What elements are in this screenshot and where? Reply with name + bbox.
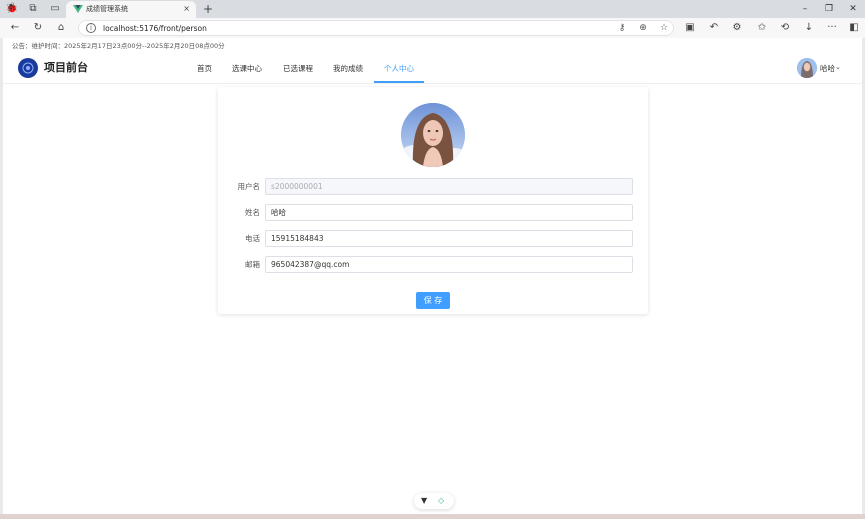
home-icon[interactable]: ⌂ xyxy=(54,21,68,35)
favorite-star-icon[interactable]: ☆ xyxy=(658,22,670,35)
split-screen-icon[interactable]: ▣ xyxy=(683,21,697,35)
phone-field[interactable]: 15915184843 xyxy=(265,230,633,247)
tab-close-icon[interactable]: × xyxy=(183,3,190,15)
maintenance-notice: 公告：维护时间：2025年2月17日23点00分--2025年2月20日08点0… xyxy=(12,42,225,50)
history-icon[interactable]: ⟲ xyxy=(778,21,792,35)
avatar[interactable] xyxy=(797,58,817,78)
back-icon[interactable]: ← xyxy=(8,21,22,35)
profile-card: 用户名 s2000000001 姓名 哈哈 电话 15915184843 邮箱 … xyxy=(218,87,648,314)
brand-title[interactable]: 项目前台 xyxy=(44,60,88,76)
name-field[interactable]: 哈哈 xyxy=(265,204,633,221)
chevron-down-icon[interactable]: ⌄ xyxy=(835,62,841,73)
favorites-icon[interactable]: ✩ xyxy=(755,21,769,35)
translate-icon[interactable]: ⊕ xyxy=(637,22,649,35)
devtools-float-bar[interactable]: ▼ ◇ xyxy=(414,493,454,509)
save-button[interactable]: 保 存 xyxy=(416,292,450,309)
nav-active-indicator xyxy=(374,81,424,83)
form-row-name: 姓名 哈哈 xyxy=(218,204,648,221)
taskbar-edge xyxy=(0,514,865,519)
name-label: 姓名 xyxy=(245,208,260,217)
address-bar[interactable]: i localhost:5176/front/person ⚷ ⊕ ☆ xyxy=(78,20,674,36)
minimize-button[interactable]: – xyxy=(798,2,812,16)
close-window-button[interactable]: ✕ xyxy=(846,2,860,16)
address-url[interactable]: localhost:5176/front/person xyxy=(103,22,207,35)
browser-tab-active[interactable]: 成绩管理系统 × xyxy=(66,1,196,18)
logo-emblem-icon xyxy=(22,62,34,74)
undo-icon[interactable]: ↶ xyxy=(707,21,721,35)
nav-course-selection[interactable]: 选课中心 xyxy=(232,63,262,74)
sidebar-toggle-icon[interactable]: ◧ xyxy=(847,21,861,35)
site-logo[interactable] xyxy=(18,58,38,78)
phone-label: 电话 xyxy=(245,234,260,243)
vue-favicon-icon xyxy=(73,5,83,13)
workspaces-icon[interactable]: ⧉ xyxy=(26,2,40,16)
extensions-icon[interactable]: ⚙ xyxy=(730,21,744,35)
profile-photo-image xyxy=(401,103,465,167)
nav-home[interactable]: 首页 xyxy=(197,63,212,74)
form-row-email: 邮箱 965042387@qq.com xyxy=(218,256,648,273)
arrow-down-icon[interactable]: ▼ xyxy=(421,495,427,507)
profile-avatar[interactable] xyxy=(401,103,465,167)
form-row-username: 用户名 s2000000001 xyxy=(218,178,648,195)
tab-title: 成绩管理系统 xyxy=(86,5,128,13)
new-tab-button[interactable]: + xyxy=(201,1,215,17)
nav-my-grades[interactable]: 我的成绩 xyxy=(333,63,363,74)
download-icon[interactable]: ↓ xyxy=(802,21,816,35)
site-header: 项目前台 首页 选课中心 已选课程 我的成绩 个人中心 哈哈 ⌄ xyxy=(3,54,862,84)
page-viewport: 公告：维护时间：2025年2月17日23点00分--2025年2月20日08点0… xyxy=(3,38,862,514)
site-info-icon[interactable]: i xyxy=(86,23,96,33)
nav-profile[interactable]: 个人中心 xyxy=(384,63,414,74)
email-field[interactable]: 965042387@qq.com xyxy=(265,256,633,273)
form-row-phone: 电话 15915184843 xyxy=(218,230,648,247)
browser-profile-icon[interactable]: 🐞 xyxy=(5,2,19,16)
vue-devtools-icon[interactable]: ◇ xyxy=(438,495,444,507)
username-label: 用户名 xyxy=(237,182,261,191)
key-icon[interactable]: ⚷ xyxy=(616,22,628,35)
user-avatar-image xyxy=(797,58,817,78)
more-icon[interactable]: ··· xyxy=(825,21,839,35)
restore-button[interactable]: ❐ xyxy=(822,2,836,16)
nav-selected-courses[interactable]: 已选课程 xyxy=(283,63,313,74)
refresh-icon[interactable]: ↻ xyxy=(31,21,45,35)
email-label: 邮箱 xyxy=(245,260,260,269)
tab-actions-icon[interactable]: ▭ xyxy=(48,2,62,16)
browser-tab-strip: 🐞 ⧉ ▭ 成绩管理系统 × + – ❐ ✕ xyxy=(0,0,865,18)
user-name[interactable]: 哈哈 xyxy=(820,63,835,74)
username-field: s2000000001 xyxy=(265,178,633,195)
browser-toolbar: ← ↻ ⌂ i localhost:5176/front/person ⚷ ⊕ … xyxy=(0,18,865,38)
